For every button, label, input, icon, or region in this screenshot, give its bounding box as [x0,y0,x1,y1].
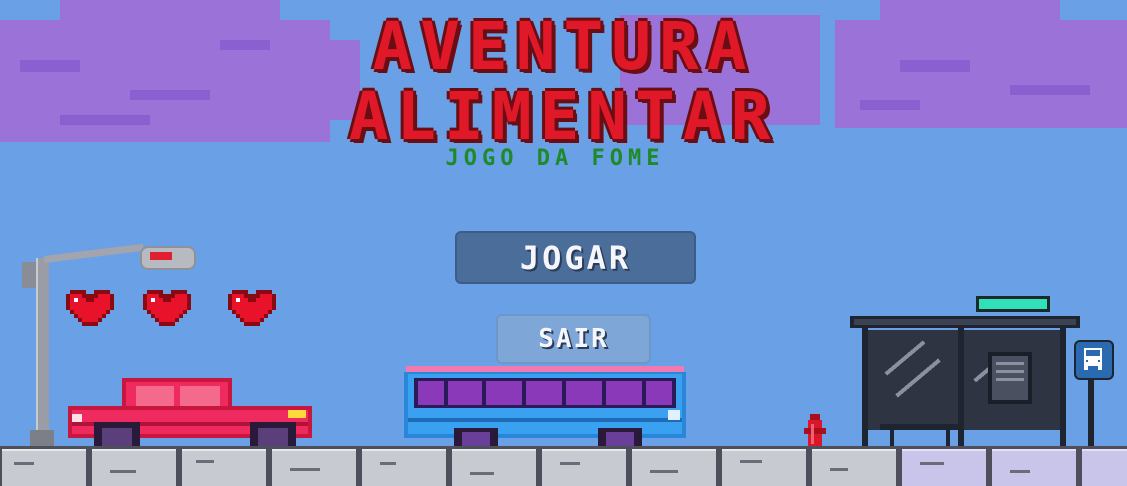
heart-icon [66,290,114,326]
play-button[interactable]: JOGAR [455,231,696,284]
bus-sprite [404,366,686,450]
game-scene: AVENTURA ALIMENTAR JOGO DA FOME JOGAR SA… [0,0,1127,486]
bus-icon [1084,348,1102,370]
title-line-2: ALIMENTAR [348,78,779,155]
game-subtitle: JOGO DA FOME [445,146,665,171]
game-title: AVENTURA ALIMENTAR [0,12,1127,152]
heart-icon [228,290,276,326]
bus-shelter [850,296,1080,452]
fire-hydrant [804,414,826,450]
exit-button[interactable]: SAIR [496,314,651,364]
car-sprite [68,378,312,450]
heart-icon [143,290,191,326]
title-line-1: AVENTURA [372,8,755,85]
